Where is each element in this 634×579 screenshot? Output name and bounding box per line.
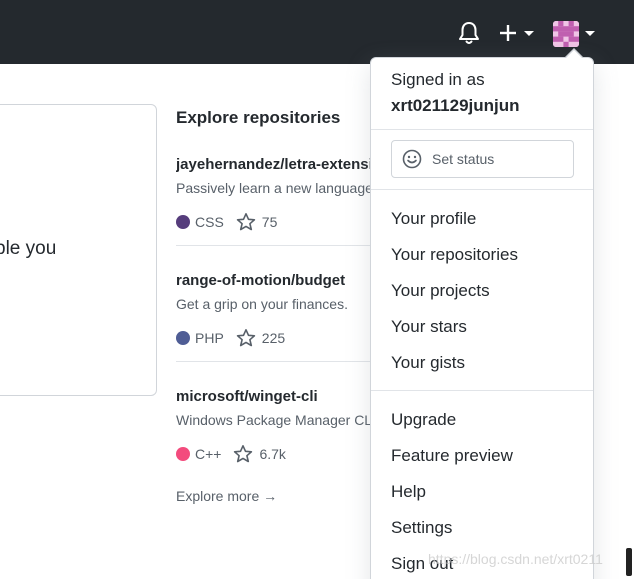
user-menu-toggle[interactable] bbox=[553, 21, 597, 47]
repo-language: CSS bbox=[195, 214, 224, 230]
user-dropdown-menu: Signed in as xrt021129junjun Set status … bbox=[370, 57, 594, 579]
language-color-dot bbox=[176, 447, 190, 461]
star-count[interactable]: 75 bbox=[262, 214, 278, 230]
menu-item-help[interactable]: Help bbox=[391, 482, 426, 502]
repo-name-link[interactable]: range-of-motion/budget bbox=[176, 272, 345, 289]
repo-language: C++ bbox=[195, 446, 222, 462]
divider bbox=[371, 390, 593, 391]
repo-name-link[interactable]: microsoft/winget-cli bbox=[176, 388, 318, 405]
repo-meta: C++ 6.7k bbox=[176, 444, 286, 464]
divider bbox=[176, 361, 371, 362]
set-status-label: Set status bbox=[432, 151, 495, 167]
identicon-avatar bbox=[553, 21, 579, 47]
create-new-dropdown[interactable] bbox=[498, 22, 536, 44]
card-text: ple you bbox=[0, 238, 57, 259]
star-icon[interactable] bbox=[233, 444, 253, 464]
signed-in-label: Signed in as bbox=[391, 70, 485, 89]
menu-item-your-projects[interactable]: Your projects bbox=[391, 281, 490, 301]
repo-description: Windows Package Manager CLI bbox=[176, 412, 376, 428]
set-status-button[interactable]: Set status bbox=[391, 140, 574, 178]
explore-repositories: Explore repositories jayehernandez/letra… bbox=[176, 108, 376, 518]
star-count[interactable]: 6.7k bbox=[259, 446, 285, 462]
username[interactable]: xrt021129junjun bbox=[391, 96, 520, 116]
menu-item-your-repositories[interactable]: Your repositories bbox=[391, 245, 518, 265]
dashboard-card: ple you bbox=[0, 104, 157, 396]
bell-icon[interactable] bbox=[457, 20, 481, 46]
repo-item: jayehernandez/letra-extension Passively … bbox=[176, 156, 376, 236]
repo-language: PHP bbox=[195, 330, 224, 346]
divider bbox=[176, 245, 371, 246]
watermark: https://blog.csdn.net/xrt0211 bbox=[428, 551, 603, 567]
top-header bbox=[0, 0, 634, 64]
menu-item-feature-preview[interactable]: Feature preview bbox=[391, 446, 513, 466]
repo-meta: CSS 75 bbox=[176, 212, 277, 232]
menu-item-settings[interactable]: Settings bbox=[391, 518, 452, 538]
repo-description: Passively learn a new language bbox=[176, 180, 373, 196]
star-icon[interactable] bbox=[236, 328, 256, 348]
avatar bbox=[553, 21, 579, 47]
language-color-dot bbox=[176, 215, 190, 229]
explore-more-link[interactable]: Explore more → bbox=[176, 488, 277, 504]
star-icon[interactable] bbox=[236, 212, 256, 232]
menu-item-your-stars[interactable]: Your stars bbox=[391, 317, 467, 337]
scrollbar-thumb[interactable] bbox=[626, 548, 632, 576]
plus-icon bbox=[500, 25, 516, 41]
chevron-down-icon bbox=[585, 31, 595, 36]
menu-item-upgrade[interactable]: Upgrade bbox=[391, 410, 456, 430]
dropdown-caret-fill bbox=[566, 50, 582, 58]
repo-description: Get a grip on your finances. bbox=[176, 296, 348, 312]
repo-name-link[interactable]: jayehernandez/letra-extension bbox=[176, 156, 376, 173]
chevron-down-icon bbox=[524, 31, 534, 36]
explore-title: Explore repositories bbox=[176, 108, 341, 127]
divider bbox=[371, 129, 593, 130]
repo-item: range-of-motion/budget Get a grip on you… bbox=[176, 272, 376, 352]
divider bbox=[371, 189, 593, 190]
menu-item-your-profile[interactable]: Your profile bbox=[391, 209, 476, 229]
smiley-icon bbox=[402, 149, 422, 169]
star-count[interactable]: 225 bbox=[262, 330, 285, 346]
repo-item: microsoft/winget-cli Windows Package Man… bbox=[176, 388, 376, 468]
repo-meta: PHP 225 bbox=[176, 328, 285, 348]
menu-item-your-gists[interactable]: Your gists bbox=[391, 353, 465, 373]
language-color-dot bbox=[176, 331, 190, 345]
